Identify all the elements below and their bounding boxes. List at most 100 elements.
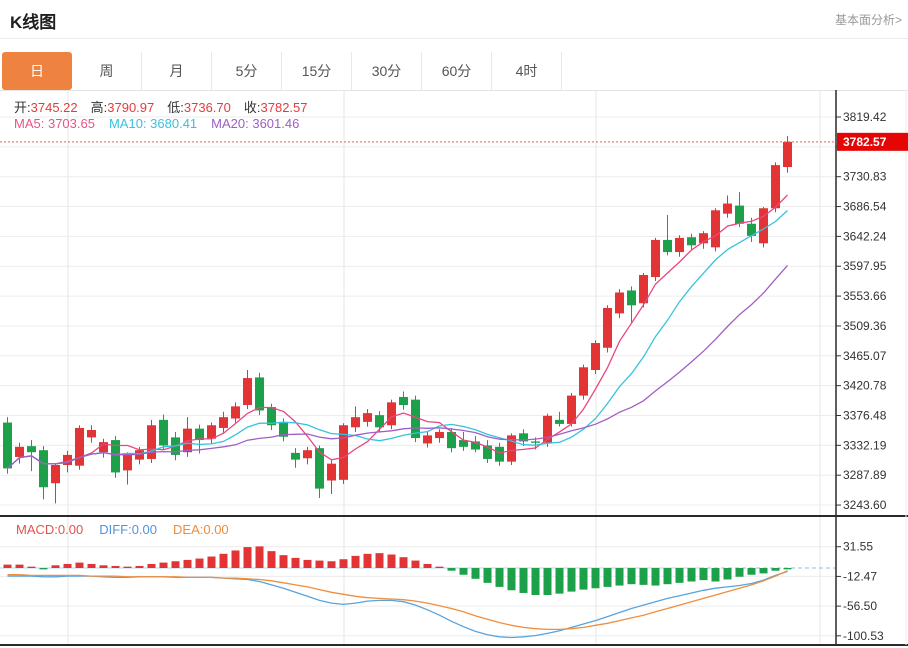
candle bbox=[591, 340, 600, 374]
low-value: 3736.70 bbox=[184, 100, 231, 115]
macd-bar bbox=[388, 555, 396, 568]
macd-bar bbox=[700, 568, 708, 580]
diff-value: DIFF:0.00 bbox=[99, 522, 157, 537]
candle bbox=[507, 433, 516, 465]
macd-bar bbox=[316, 561, 324, 568]
high-value: 3790.97 bbox=[107, 100, 154, 115]
macd-bar bbox=[712, 568, 720, 581]
svg-text:31.55: 31.55 bbox=[843, 540, 873, 554]
svg-text:3553.66: 3553.66 bbox=[843, 289, 887, 303]
tab-day[interactable]: 日 bbox=[2, 52, 72, 90]
dea-value: DEA:0.00 bbox=[173, 522, 229, 537]
ma-overlay: MA5: 3703.65MA10: 3680.41MA20: 3601.46 bbox=[14, 116, 299, 131]
current-price-tag: 3782.57 bbox=[837, 133, 908, 151]
candle bbox=[147, 420, 156, 463]
page-title: K线图 bbox=[10, 8, 56, 33]
main-y-axis: 3819.423730.833686.543642.243597.953553.… bbox=[836, 110, 887, 512]
macd-bar bbox=[640, 568, 648, 585]
fundamental-analysis-link[interactable]: 基本面分析> bbox=[835, 11, 902, 28]
macd-bar bbox=[748, 568, 756, 575]
macd-bar bbox=[148, 564, 156, 568]
macd-bar bbox=[508, 568, 516, 590]
candle bbox=[603, 305, 612, 352]
macd-bar bbox=[52, 565, 60, 568]
candle bbox=[207, 423, 216, 444]
candle bbox=[567, 393, 576, 427]
macd-bar bbox=[76, 563, 84, 568]
svg-text:-100.53: -100.53 bbox=[843, 629, 884, 643]
tab-week[interactable]: 周 bbox=[72, 52, 142, 90]
macd-bar bbox=[220, 554, 228, 568]
macd-bar bbox=[472, 568, 480, 579]
candle bbox=[75, 425, 84, 469]
macd-bar bbox=[556, 568, 564, 594]
macd-bar bbox=[244, 547, 252, 568]
macd-bar bbox=[292, 558, 300, 568]
tab-5min[interactable]: 5分 bbox=[212, 52, 282, 90]
macd-bar bbox=[760, 568, 768, 573]
macd-value: MACD:0.00 bbox=[16, 522, 83, 537]
macd-bar bbox=[676, 568, 684, 583]
macd-bar bbox=[160, 563, 168, 568]
macd-bar bbox=[4, 565, 12, 568]
candle bbox=[243, 370, 252, 409]
macd-bar bbox=[772, 568, 780, 571]
macd-bar bbox=[280, 555, 288, 568]
candle bbox=[651, 238, 660, 281]
svg-text:3597.95: 3597.95 bbox=[843, 259, 887, 273]
macd-bar bbox=[88, 564, 96, 568]
svg-text:3642.24: 3642.24 bbox=[843, 229, 887, 243]
tab-30min[interactable]: 30分 bbox=[352, 52, 422, 90]
candle bbox=[579, 365, 588, 400]
macd-bar bbox=[484, 568, 492, 583]
candle bbox=[111, 436, 120, 478]
macd-bar bbox=[376, 553, 384, 568]
svg-text:3465.07: 3465.07 bbox=[843, 349, 887, 363]
macd-bar bbox=[340, 559, 348, 568]
candle bbox=[99, 439, 108, 458]
macd-bar bbox=[664, 568, 672, 584]
tab-4hour[interactable]: 4时 bbox=[492, 52, 562, 90]
macd-bar bbox=[196, 559, 204, 568]
macd-bar bbox=[184, 560, 192, 568]
low-label: 低: bbox=[167, 100, 184, 115]
candle bbox=[735, 192, 744, 227]
macd-bar bbox=[688, 568, 696, 581]
macd-bar bbox=[100, 565, 108, 568]
ma5-value: MA5: 3703.65 bbox=[14, 116, 95, 131]
svg-text:3243.60: 3243.60 bbox=[843, 498, 887, 512]
kline-chart-canvas[interactable]: 3819.423730.833686.543642.243597.953553.… bbox=[0, 90, 908, 648]
svg-text:3730.83: 3730.83 bbox=[843, 170, 887, 184]
tab-60min[interactable]: 60分 bbox=[422, 52, 492, 90]
open-label: 开: bbox=[14, 100, 31, 115]
candle bbox=[723, 195, 732, 217]
macd-bar bbox=[736, 568, 744, 577]
macd-bar bbox=[616, 568, 624, 586]
candle bbox=[615, 289, 624, 318]
candles bbox=[3, 136, 792, 503]
tab-15min[interactable]: 15分 bbox=[282, 52, 352, 90]
macd-bar bbox=[400, 557, 408, 568]
page-header: K线图 基本面分析> bbox=[0, 0, 908, 39]
candle bbox=[327, 460, 336, 494]
macd-histogram bbox=[4, 546, 792, 595]
macd-bar bbox=[520, 568, 528, 593]
candle bbox=[675, 235, 684, 257]
close-value: 3782.57 bbox=[261, 100, 308, 115]
macd-bar bbox=[532, 568, 540, 595]
ma20-value: MA20: 3601.46 bbox=[211, 116, 299, 131]
macd-bar bbox=[124, 567, 132, 568]
macd-bar bbox=[412, 561, 420, 568]
macd-bar bbox=[64, 564, 72, 568]
candle bbox=[555, 412, 564, 427]
svg-text:3819.42: 3819.42 bbox=[843, 110, 887, 124]
open-value: 3745.22 bbox=[31, 100, 78, 115]
candle bbox=[663, 215, 672, 255]
tab-month[interactable]: 月 bbox=[142, 52, 212, 90]
high-label: 高: bbox=[91, 100, 108, 115]
macd-bar bbox=[208, 557, 216, 568]
macd-bar bbox=[232, 550, 240, 568]
macd-bar bbox=[328, 561, 336, 568]
macd-bar bbox=[16, 565, 24, 568]
macd-bar bbox=[652, 568, 660, 586]
